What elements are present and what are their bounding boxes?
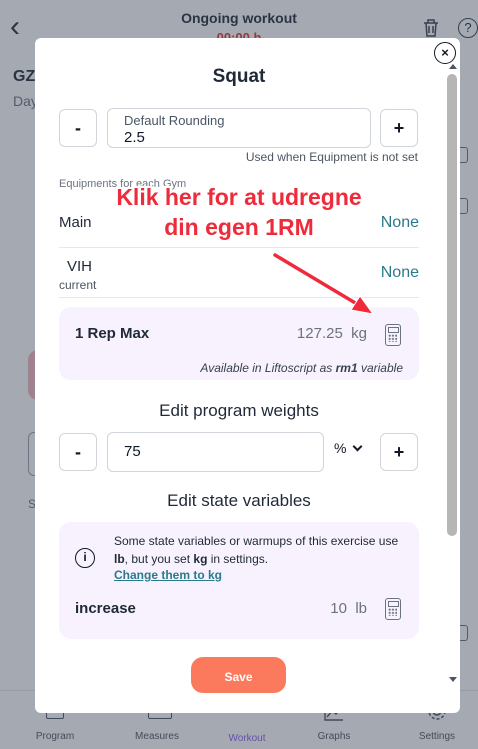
program-weight-value: 75 xyxy=(124,443,141,460)
program-weights-title: Edit program weights xyxy=(159,401,319,420)
rounding-hint: Used when Equipment is not set xyxy=(245,150,418,164)
gym-row-vih: VIH current None xyxy=(59,249,419,298)
gym-current-label: current xyxy=(59,278,97,292)
warning-text: Some state variables or warmups of this … xyxy=(114,534,399,548)
warning-text: , but you set xyxy=(124,552,191,566)
rounding-plus-button[interactable]: + xyxy=(380,109,418,147)
state-variable-number: 10 xyxy=(330,600,347,617)
state-variable-name: increase xyxy=(75,600,136,617)
state-variables-title: Edit state variables xyxy=(167,491,311,510)
close-icon[interactable]: × xyxy=(434,42,456,64)
state-variables-card: i Some state variables or warmups of thi… xyxy=(59,522,419,639)
liftoscript-note: Available in Liftoscript as rm1 variable xyxy=(200,361,403,375)
annotation-line-2: din egen 1RM xyxy=(164,214,314,240)
one-rep-max-value: 127.25 kg xyxy=(297,325,367,342)
calculator-icon[interactable] xyxy=(385,598,401,620)
weight-plus-button[interactable]: + xyxy=(380,433,418,471)
scroll-up-arrow-icon[interactable] xyxy=(449,64,457,69)
gym-name: VIH xyxy=(67,258,93,275)
scroll-down-arrow-icon[interactable] xyxy=(449,677,457,682)
state-variable-value: 10 lb xyxy=(330,600,367,617)
one-rep-max-number: 127.25 xyxy=(296,325,343,342)
modal-title: Squat xyxy=(212,66,266,87)
annotation-line-1: Klik her for at udregne xyxy=(116,184,362,210)
warning-text: in settings. xyxy=(210,552,269,566)
modal-scrollbar[interactable] xyxy=(446,64,458,689)
liftoscript-note-suffix: variable xyxy=(360,361,403,375)
weight-unit-select[interactable]: % xyxy=(334,440,363,456)
warning-unit-lb: lb xyxy=(114,552,125,566)
state-variables-warning: Some state variables or warmups of this … xyxy=(114,532,410,568)
gym-equipment-link[interactable]: None xyxy=(381,264,419,282)
liftoscript-variable: rm1 xyxy=(335,361,358,375)
weight-minus-button[interactable]: - xyxy=(59,433,97,471)
change-units-link[interactable]: Change them to kg xyxy=(114,568,222,582)
warning-unit-kg: kg xyxy=(193,552,208,566)
one-rep-max-unit: kg xyxy=(351,325,367,342)
default-rounding-field[interactable]: Default Rounding 2.5 xyxy=(107,108,371,148)
default-rounding-value: 2.5 xyxy=(124,129,145,146)
liftoscript-note-prefix: Available in Liftoscript as xyxy=(200,361,333,375)
rounding-minus-button[interactable]: - xyxy=(59,109,97,147)
save-button[interactable]: Save xyxy=(191,657,286,693)
chevron-down-icon xyxy=(353,441,363,452)
one-rep-max-label: 1 Rep Max xyxy=(75,325,150,342)
state-variable-unit: lb xyxy=(355,600,367,617)
calculator-icon[interactable] xyxy=(385,324,401,346)
weight-unit-value: % xyxy=(334,440,347,456)
one-rep-max-card: 1 Rep Max 127.25 kg Available in Liftosc… xyxy=(59,307,419,380)
scroll-thumb[interactable] xyxy=(447,74,457,536)
info-icon: i xyxy=(75,548,95,568)
default-rounding-label: Default Rounding xyxy=(124,113,225,128)
program-weight-input[interactable]: 75 xyxy=(107,432,324,472)
